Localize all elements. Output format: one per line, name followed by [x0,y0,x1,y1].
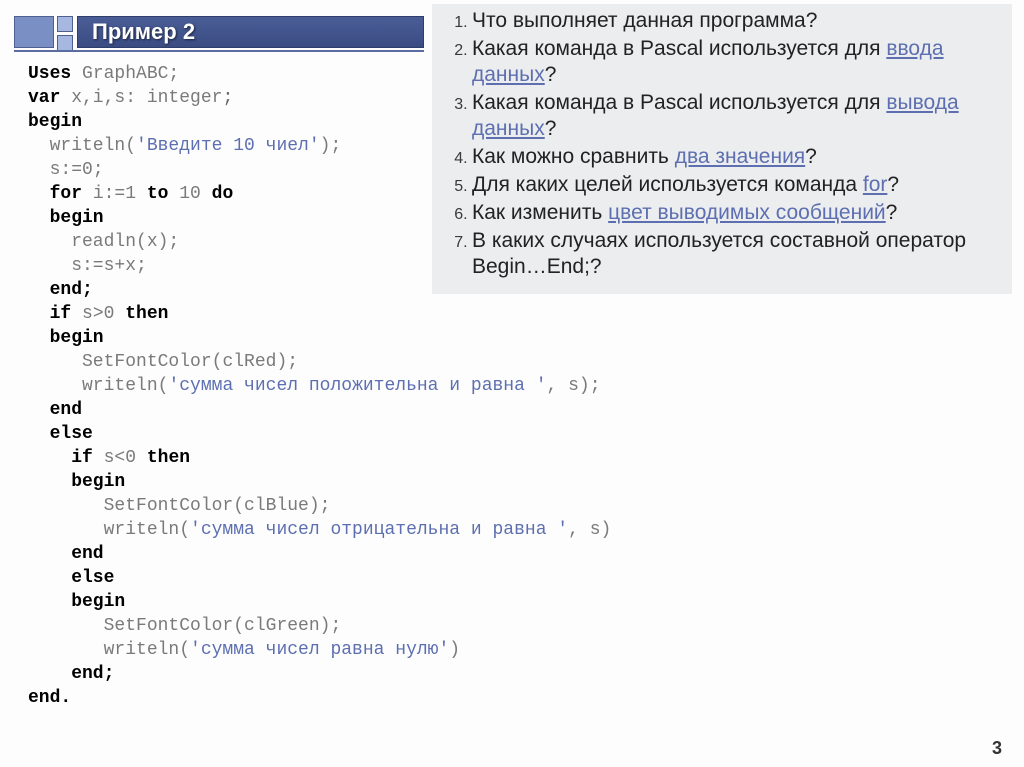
code-string: 'сумма чисел положительна и равна ' [168,376,546,396]
code-kw: then [147,448,190,468]
slide-title: Пример 2 [77,16,424,48]
code-text [28,448,71,468]
code-text: s:=0; [28,160,104,180]
q-text: Какая команда в Pascal используется для [472,37,886,60]
questions-panel: Что выполняет данная программа? Какая ко… [432,4,1012,294]
code-text: i:=1 [82,184,147,204]
code-kw: begin [28,328,104,348]
code-id: GraphABC; [71,64,179,84]
q-text: Как можно сравнить [472,145,675,168]
code-text: ); [320,616,342,636]
question-item: Для каких целей используется команда for… [472,172,1004,198]
code-text: s>0 [71,304,125,324]
decor-square-small [57,16,73,32]
questions-list: Что выполняет данная программа? Какая ко… [442,8,1004,280]
question-item: Какая команда в Pascal используется для … [472,36,1004,88]
code-kw: if [71,448,93,468]
code-kw: begin [28,592,125,612]
q-text: ? [545,117,557,140]
code-text: writeln( [28,136,136,156]
code-text: ); [276,352,298,372]
decor-square-small [57,35,73,51]
code-kw: then [125,304,168,324]
q-link[interactable]: два значения [675,145,805,168]
q-text: Как изменить [472,201,608,224]
code-text: , s) [568,520,611,540]
question-item: Что выполняет данная программа? [472,8,1004,34]
q-text: Какая команда в Pascal используется для [472,91,886,114]
code-kw: end. [28,688,71,708]
code-string: 'сумма чисел равна нулю' [190,640,449,660]
q-text: Для каких целей используется команда [472,173,863,196]
code-const: clRed [222,352,276,372]
code-kw: else [28,568,114,588]
question-item: Какая команда в Pascal используется для … [472,90,1004,142]
q-text: ? [886,201,898,224]
code-string: 'Введите 10 чиел' [136,136,320,156]
code-kw: to [147,184,169,204]
q-text: В каких случаях используется составной о… [472,229,966,278]
code-text: writeln( [28,520,190,540]
code-const: clGreen [244,616,320,636]
code-kw: end; [28,664,114,684]
decor-square-large [14,16,54,48]
q-link[interactable]: цвет выводимых сообщений [608,201,886,224]
code-text: SetFontColor( [28,496,244,516]
code-const: clBlue [244,496,309,516]
title-underline [14,50,424,52]
code-kw: if [50,304,72,324]
code-text: s:=s+x; [28,256,147,276]
code-kw: else [28,424,93,444]
code-text: SetFontColor( [28,616,244,636]
title-bar: Пример 2 [14,16,424,48]
code-text: SetFontColor( [28,352,222,372]
q-text: Что выполняет данная программа? [472,9,817,32]
code-text: ); [309,496,331,516]
page-number: 3 [992,738,1002,759]
code-kw: end [28,544,104,564]
code-text [28,304,50,324]
code-kw: var [28,88,60,108]
code-kw: end [28,400,82,420]
code-kw: do [212,184,234,204]
code-text: ); [320,136,342,156]
code-text: writeln( [28,376,168,396]
code-text: readln(x); [28,232,179,252]
code-type: integer [147,88,223,108]
code-kw: begin [28,208,104,228]
code-text: writeln( [28,640,190,660]
code-text: , s); [547,376,601,396]
decor-square-col [57,16,73,51]
q-text: ? [887,173,899,196]
code-string: 'сумма чисел отрицательна и равна ' [190,520,568,540]
question-item: В каких случаях используется составной о… [472,228,1004,280]
code-kw: begin [28,472,125,492]
q-text: ? [545,63,557,86]
q-link[interactable]: for [863,173,888,196]
q-text: ? [805,145,817,168]
title-decor [14,16,73,48]
slide: Пример 2 Uses GraphABC; var x,i,s: integ… [0,0,1024,767]
code-kw: end; [28,280,93,300]
code-kw: Uses [28,64,71,84]
question-item: Как можно сравнить два значения? [472,144,1004,170]
code-id: x,i,s: [60,88,146,108]
code-sym: ; [222,88,233,108]
code-text: s<0 [93,448,147,468]
code-text: ) [449,640,460,660]
code-text: 10 [168,184,211,204]
question-item: Как изменить цвет выводимых сообщений? [472,200,1004,226]
code-kw: begin [28,112,82,132]
code-kw: for [50,184,82,204]
code-text [28,184,50,204]
